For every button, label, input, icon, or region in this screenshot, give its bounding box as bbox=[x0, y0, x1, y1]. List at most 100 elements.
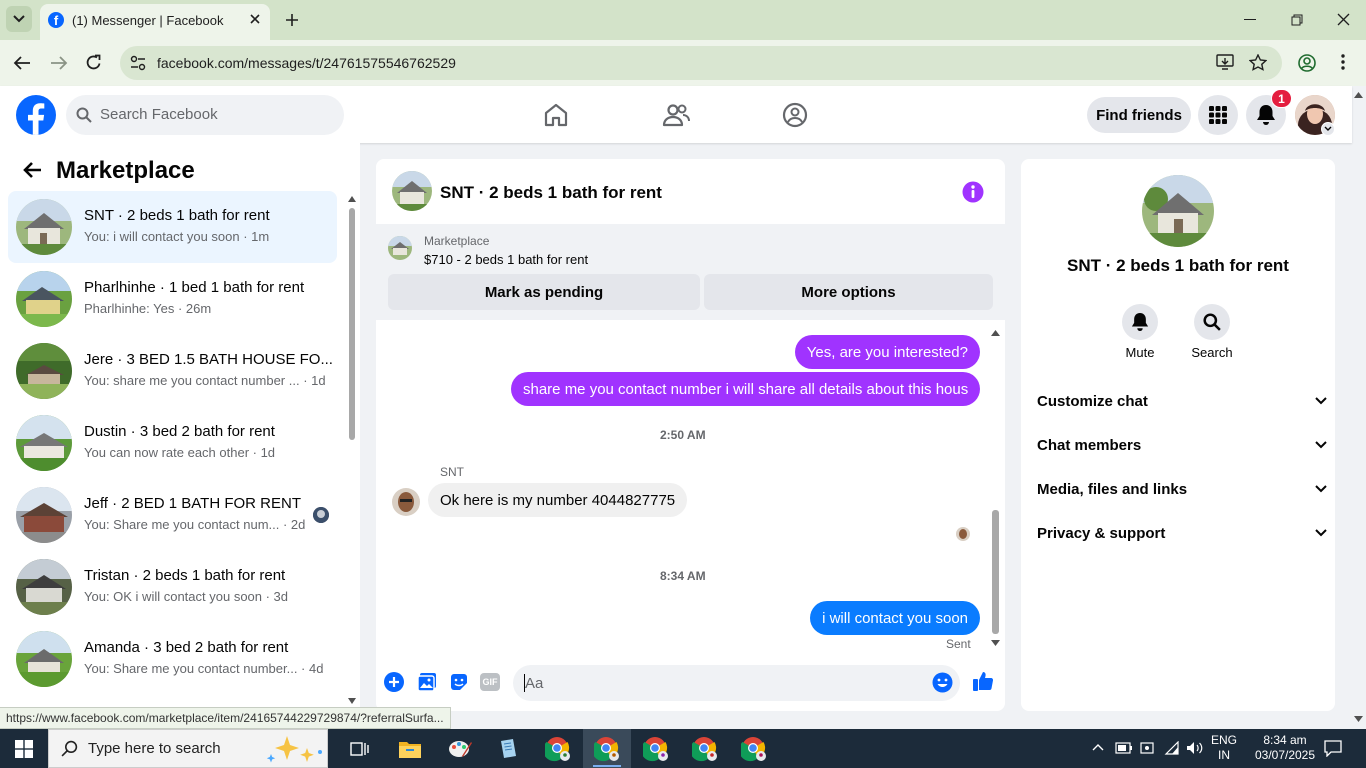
outgoing-message[interactable]: i will contact you soon bbox=[810, 601, 980, 635]
chat-scrollbar[interactable] bbox=[991, 330, 1000, 646]
sender-avatar[interactable] bbox=[392, 488, 420, 516]
info-panel-name: SNT · 2 beds 1 bath for rent bbox=[1067, 256, 1289, 275]
file-explorer-icon[interactable] bbox=[386, 729, 434, 768]
menu-button[interactable] bbox=[1198, 95, 1238, 135]
reload-icon[interactable] bbox=[86, 54, 102, 71]
conversation-name: Dustin · 3 bed 2 bath for rent bbox=[84, 423, 275, 440]
bookmark-star-icon[interactable] bbox=[1249, 54, 1267, 71]
task-view-icon[interactable] bbox=[336, 729, 384, 768]
bell-icon bbox=[1257, 105, 1275, 125]
conversation-list-scrollbar[interactable] bbox=[348, 196, 356, 704]
menu-kebab-icon[interactable] bbox=[1341, 54, 1345, 70]
facebook-logo-icon[interactable] bbox=[16, 95, 56, 135]
page-scroll-down-icon[interactable] bbox=[1354, 716, 1363, 722]
chat-members-row[interactable]: Chat members bbox=[1037, 430, 1327, 460]
windows-start-icon[interactable] bbox=[15, 740, 33, 758]
input-language[interactable]: ENG IN bbox=[1206, 733, 1242, 763]
conversation-preview: Pharlhinhe: Yes · 26m bbox=[84, 301, 212, 316]
home-icon[interactable] bbox=[543, 102, 569, 128]
tab-close-icon[interactable] bbox=[248, 12, 262, 26]
install-app-icon[interactable] bbox=[1216, 54, 1234, 71]
battery-icon[interactable] bbox=[1115, 742, 1133, 754]
chrome-icon[interactable] bbox=[534, 729, 582, 768]
new-tab-icon[interactable] bbox=[284, 12, 300, 28]
search-label: Search bbox=[1191, 345, 1233, 360]
facebook-favicon-icon: f bbox=[48, 12, 64, 28]
site-settings-icon[interactable] bbox=[130, 55, 146, 71]
region-code: IN bbox=[1218, 748, 1230, 762]
tab-search-button[interactable] bbox=[6, 6, 32, 32]
window-close-icon[interactable] bbox=[1337, 13, 1350, 26]
like-thumbs-up-icon[interactable] bbox=[972, 670, 994, 692]
conversation-preview: You: share me you contact number ... · 1… bbox=[84, 373, 326, 388]
account-chevron-icon[interactable] bbox=[1321, 122, 1335, 136]
media-files-links-row[interactable]: Media, files and links bbox=[1037, 474, 1327, 504]
more-options-button[interactable]: More options bbox=[704, 274, 993, 310]
gif-icon[interactable]: GIF bbox=[480, 673, 500, 691]
link-status-bar: https://www.facebook.com/marketplace/ite… bbox=[0, 707, 451, 729]
listing-price[interactable]: $710 - 2 beds 1 bath for rent bbox=[424, 252, 588, 267]
listing-source: Marketplace bbox=[424, 234, 490, 248]
conversation-item-pharlhinhe[interactable]: Pharlhinhe · 1 bed 1 bath for rent Pharl… bbox=[8, 263, 337, 335]
outgoing-message[interactable]: share me you contact number i will share… bbox=[511, 372, 980, 406]
forward-arrow-icon[interactable] bbox=[50, 55, 68, 71]
emoji-icon[interactable] bbox=[932, 672, 953, 693]
system-clock[interactable]: 8:34 am 03/07/2025 bbox=[1250, 733, 1320, 763]
chat-title[interactable]: SNT · 2 beds 1 bath for rent bbox=[440, 183, 662, 203]
groups-icon[interactable] bbox=[782, 102, 808, 128]
search-conversation-button[interactable] bbox=[1194, 304, 1230, 340]
customize-chat-row[interactable]: Customize chat bbox=[1037, 386, 1327, 416]
mark-as-pending-button[interactable]: Mark as pending bbox=[388, 274, 700, 310]
conversation-item-tristan[interactable]: Tristan · 2 beds 1 bath for rent You: OK… bbox=[8, 551, 337, 623]
chat-avatar[interactable] bbox=[392, 171, 432, 211]
outgoing-message[interactable]: Yes, are you interested? bbox=[794, 335, 980, 369]
listing-thumbnail[interactable] bbox=[388, 236, 412, 260]
active-app-indicator bbox=[593, 765, 621, 767]
wifi-icon[interactable] bbox=[1163, 741, 1179, 755]
chrome-profile-icon[interactable] bbox=[632, 729, 680, 768]
seen-receipt-avatar bbox=[956, 527, 970, 541]
incoming-message[interactable]: Ok here is my number 4044827775 bbox=[428, 483, 688, 517]
sticker-icon[interactable] bbox=[449, 672, 469, 692]
profile-icon[interactable] bbox=[1298, 54, 1316, 72]
info-avatar[interactable] bbox=[1142, 175, 1214, 247]
tray-chevron-up-icon[interactable] bbox=[1092, 743, 1104, 751]
marketplace-title: Marketplace bbox=[56, 157, 195, 184]
message-input[interactable] bbox=[513, 665, 960, 701]
notepad-icon[interactable] bbox=[484, 729, 532, 768]
restore-icon[interactable] bbox=[1291, 14, 1303, 26]
conversation-item-jere[interactable]: Jere · 3 BED 1.5 BATH HOUSE FO... You: s… bbox=[8, 335, 337, 407]
meet-now-icon[interactable] bbox=[1140, 741, 1154, 755]
more-actions-icon[interactable] bbox=[384, 672, 404, 692]
back-to-chats-icon[interactable] bbox=[22, 161, 42, 179]
chrome-profile-icon[interactable] bbox=[681, 729, 729, 768]
conversation-preview: You: Share me you contact number... · 4d bbox=[84, 661, 324, 676]
section-label: Chat members bbox=[1037, 436, 1142, 454]
conversation-item-amanda[interactable]: Amanda · 3 bed 2 bath for rent You: Shar… bbox=[8, 623, 337, 695]
chrome-active-icon[interactable] bbox=[583, 729, 631, 768]
minimize-icon[interactable] bbox=[1244, 19, 1256, 20]
section-label: Privacy & support bbox=[1037, 524, 1166, 542]
url-text[interactable]: facebook.com/messages/t/2476157554676252… bbox=[157, 55, 456, 71]
house-thumbnail bbox=[16, 487, 72, 543]
conversation-name: Jeff · 2 BED 1 BATH FOR RENT bbox=[84, 495, 301, 512]
conversation-preview: You: i will contact you soon · 1m bbox=[84, 229, 270, 244]
attach-photo-icon[interactable] bbox=[417, 672, 437, 692]
back-arrow-icon[interactable] bbox=[13, 55, 31, 71]
clock-time: 8:34 am bbox=[1263, 733, 1307, 747]
conversation-info-icon[interactable] bbox=[962, 181, 984, 203]
privacy-support-row[interactable]: Privacy & support bbox=[1037, 518, 1327, 548]
page-scroll-up-icon[interactable] bbox=[1354, 92, 1363, 98]
chevron-down-icon bbox=[13, 15, 25, 23]
conversation-item-dustin[interactable]: Dustin · 3 bed 2 bath for rent You can n… bbox=[8, 407, 337, 479]
chrome-profile-icon[interactable] bbox=[730, 729, 778, 768]
notification-center-icon[interactable] bbox=[1324, 740, 1342, 757]
volume-icon[interactable] bbox=[1186, 741, 1204, 755]
find-friends-button[interactable]: Find friends bbox=[1087, 97, 1191, 133]
conversation-item-snt[interactable]: SNT · 2 beds 1 bath for rent You: i will… bbox=[8, 191, 337, 263]
paint-app-icon[interactable] bbox=[436, 729, 484, 768]
house-thumbnail bbox=[16, 631, 72, 687]
friends-icon[interactable] bbox=[662, 102, 690, 128]
mute-button[interactable] bbox=[1122, 304, 1158, 340]
conversation-item-jeff[interactable]: Jeff · 2 BED 1 BATH FOR RENT You: Share … bbox=[8, 479, 337, 551]
